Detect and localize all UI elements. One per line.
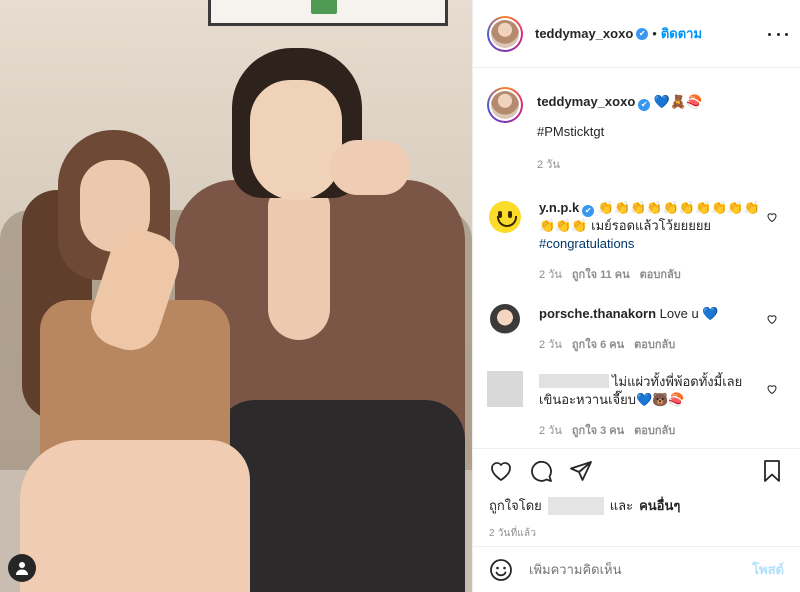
comment-text: porsche.thanakorn Love u 💙	[539, 305, 766, 323]
commenter-photo	[490, 304, 520, 334]
caption-text: teddymay_xoxo ✔ 💙🧸🍣	[537, 93, 766, 111]
follow-button[interactable]: ติดตาม	[661, 23, 702, 44]
user-icon	[16, 562, 28, 575]
comment-time: 2 วัน	[539, 269, 562, 281]
reply-button[interactable]: ตอบกลับ	[640, 265, 681, 283]
commenter-avatar[interactable]	[487, 199, 523, 235]
comment-meta: 2 วัน ถูกใจ 3 คน ตอบกลับ	[539, 421, 766, 439]
liked-by-prefix: ถูกใจโดย	[489, 498, 542, 513]
comment-item: y.n.p.k ✔ 👏👏👏👏👏👏👏👏👏👏 👏👏👏 เมย์รอดแล้วโว้ยย…	[473, 199, 800, 283]
liked-by: ถูกใจโดย และ คนอื่นๆ	[489, 495, 784, 516]
author-username[interactable]: teddymay_xoxo	[535, 26, 633, 41]
reply-button[interactable]: ตอบกลับ	[634, 421, 675, 439]
post-comment-button[interactable]: โพสต์	[752, 559, 784, 580]
caption-emojis: 💙🧸🍣	[653, 94, 703, 109]
bookmark-icon[interactable]	[760, 459, 784, 483]
comment-text-line1: 👏👏👏👏👏👏👏👏👏👏	[597, 200, 760, 215]
comments-list: teddymay_xoxo ✔ 💙🧸🍣 #PMsticktgt 2 วัน y.n…	[473, 69, 800, 447]
woman-legs	[20, 440, 250, 592]
verified-badge-icon: ✔	[638, 99, 651, 111]
comment-text-line2: เขินอะหวานเจี๊ยบ💙🐻🍣	[539, 392, 685, 407]
verified-badge-icon: ✔	[636, 27, 649, 40]
man-pants	[215, 400, 465, 592]
comment-time: 2 วัน	[539, 339, 562, 351]
caption-username[interactable]: teddymay_xoxo	[537, 94, 635, 109]
action-icons-row	[489, 459, 784, 483]
caption-hashtag[interactable]: #PMsticktgt	[537, 123, 766, 141]
liker-username-blurred[interactable]	[547, 496, 604, 515]
comment-like-heart-icon[interactable]	[766, 211, 778, 223]
comment-text: Love u 💙	[659, 306, 719, 321]
comment-like-heart-icon[interactable]	[766, 313, 778, 325]
comment-meta: 2 วัน ถูกใจ 11 คน ตอบกลับ	[539, 265, 766, 283]
author-avatar[interactable]	[487, 15, 523, 52]
verified-badge-icon: ✔	[582, 205, 595, 217]
comment-meta: 2 วัน ถูกใจ 6 คน ตอบกลับ	[539, 335, 766, 353]
comment-text-line2: 👏👏👏 เมย์รอดแล้วโว้ยยยยย	[539, 218, 712, 233]
caption-author-avatar[interactable]	[487, 87, 523, 123]
comment-time: 2 วัน	[539, 425, 562, 437]
add-comment-bar: โพสต์	[473, 546, 800, 592]
commenter-avatar[interactable]	[487, 301, 523, 337]
tagged-users-button[interactable]	[8, 554, 36, 582]
liked-by-others-link[interactable]: คนอื่นๆ	[639, 495, 680, 516]
post-photo[interactable]	[0, 0, 472, 592]
comment-item: porsche.thanakorn Love u 💙 2 วัน ถูกใจ 6…	[473, 301, 800, 353]
comment-like-heart-icon[interactable]	[766, 383, 778, 395]
commenter-username[interactable]: porsche.thanakorn	[539, 306, 656, 321]
emoji-icon[interactable]	[489, 558, 513, 582]
man-face	[250, 80, 342, 200]
caption-meta: 2 วัน	[537, 155, 766, 173]
commenter-avatar-blurred[interactable]	[487, 371, 523, 407]
commenter-username[interactable]: y.n.p.k	[539, 200, 579, 215]
liked-by-and: และ	[609, 498, 634, 513]
wall-picture-frame	[208, 0, 448, 26]
caption: teddymay_xoxo ✔ 💙🧸🍣 #PMsticktgt 2 วัน	[473, 87, 800, 173]
comment-input[interactable]	[529, 562, 753, 577]
comment-text: ไม่แผ่วทั้งพี่พ้อดทั้งมี้เลย เขินอะหวานเ…	[539, 373, 766, 409]
comment-likes[interactable]: ถูกใจ 6 คน	[572, 335, 624, 353]
comment-likes[interactable]: ถูกใจ 3 คน	[572, 421, 624, 439]
header-user-line: teddymay_xoxo ✔ • ติดตาม	[535, 23, 702, 44]
like-heart-icon[interactable]	[489, 459, 513, 483]
commenter-username-blurred[interactable]	[539, 374, 609, 388]
post-actions: ถูกใจโดย และ คนอื่นๆ 2 วันที่แล้ว	[473, 448, 800, 546]
share-send-icon[interactable]	[569, 459, 593, 483]
man-hand	[330, 140, 410, 195]
more-options-icon[interactable]	[768, 24, 788, 44]
comment-item: ไม่แผ่วทั้งพี่พ้อดทั้งมี้เลย เขินอะหวานเ…	[473, 371, 800, 439]
comment-hashtag[interactable]: #congratulations	[539, 236, 634, 251]
reply-button[interactable]: ตอบกลับ	[634, 335, 675, 353]
dot-separator: •	[652, 26, 657, 41]
comment-bubble-icon[interactable]	[529, 459, 553, 483]
comment-text: y.n.p.k ✔ 👏👏👏👏👏👏👏👏👏👏 👏👏👏 เมย์รอดแล้วโว้ยย…	[539, 199, 766, 253]
comment-likes[interactable]: ถูกใจ 11 คน	[572, 265, 630, 283]
comment-text-line1: ไม่แผ่วทั้งพี่พ้อดทั้งมี้เลย	[612, 374, 743, 389]
caption-time: 2 วัน	[537, 159, 560, 171]
man-chest	[268, 190, 330, 340]
posted-time: 2 วันที่แล้ว	[489, 528, 537, 539]
post-sidebar: teddymay_xoxo ✔ • ติดตาม teddymay_xoxo ✔ …	[472, 0, 800, 592]
smiley-icon	[489, 201, 521, 233]
post-header: teddymay_xoxo ✔ • ติดตาม	[473, 0, 800, 68]
